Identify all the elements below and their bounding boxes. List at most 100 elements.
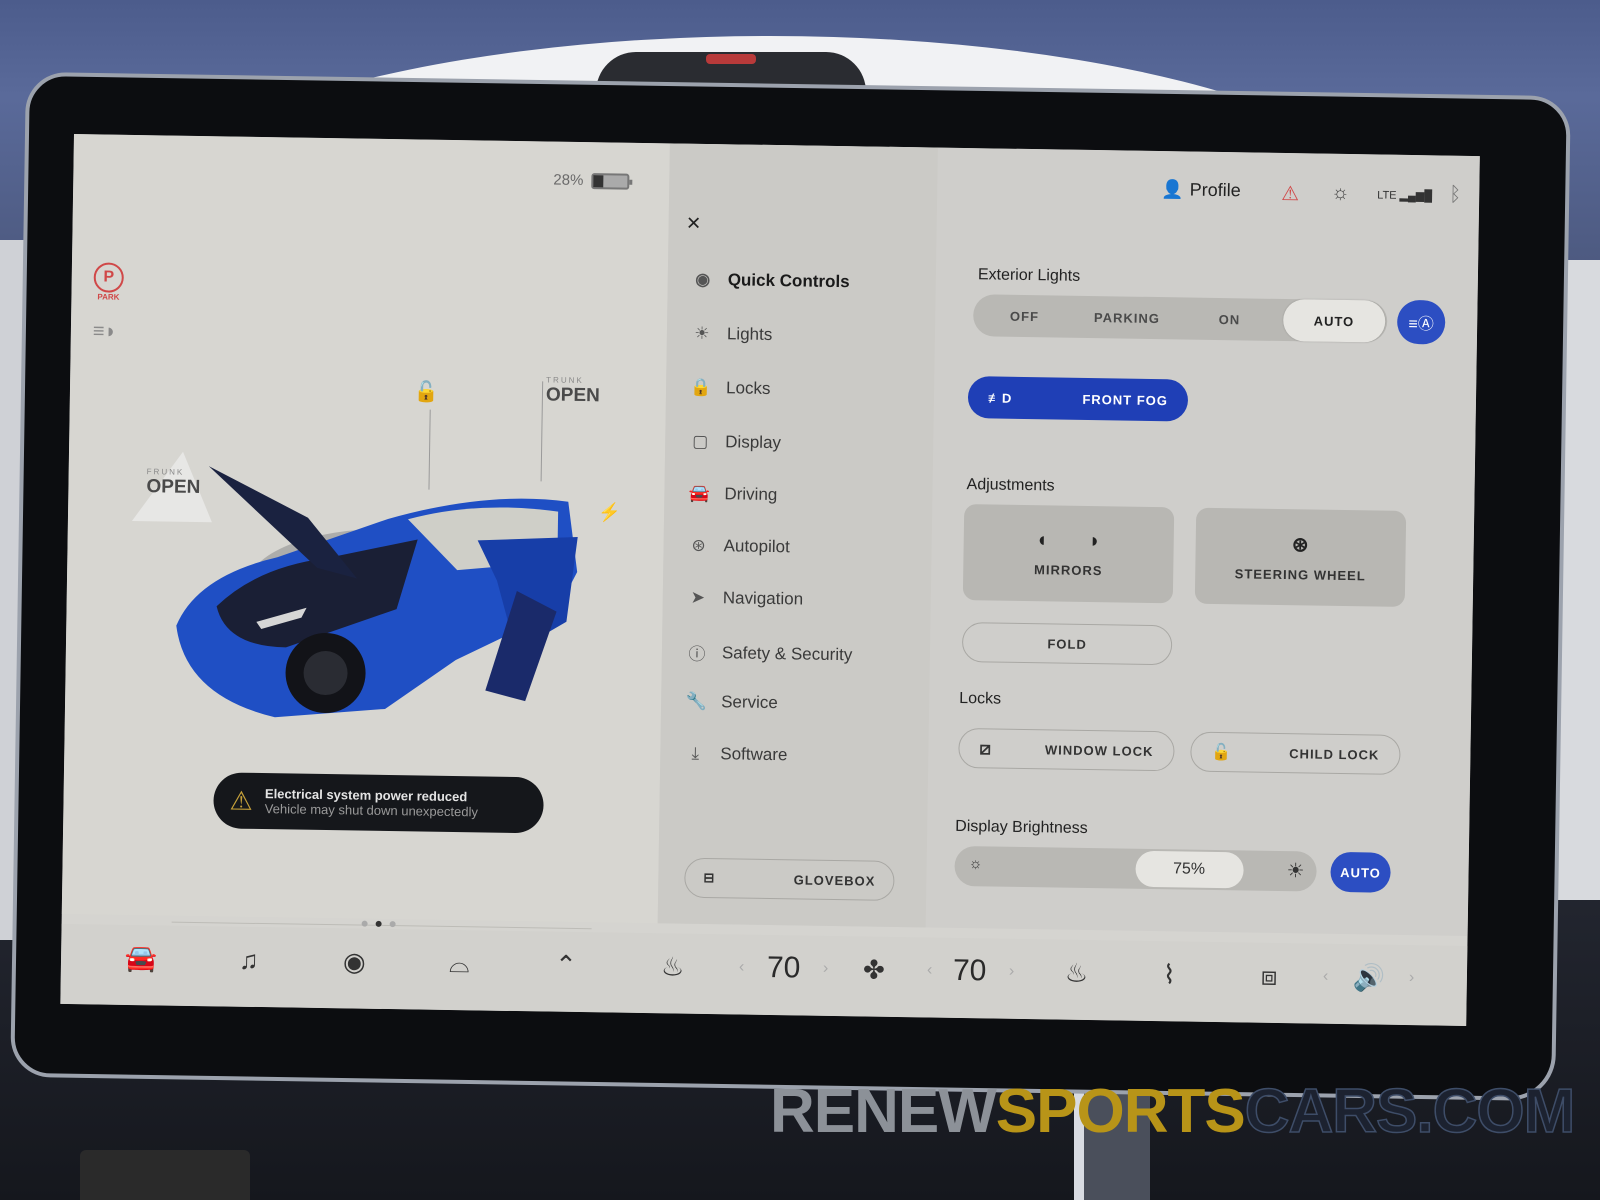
driver-temperature[interactable]: 70 <box>767 951 801 986</box>
headlight-indicator-icon: ≡◗ <box>92 320 117 343</box>
menu-item-label: Display <box>725 432 782 453</box>
power-warning-alert[interactable]: ⚠ Electrical system power reduced Vehicl… <box>213 772 544 834</box>
fan-icon[interactable]: ✤ <box>863 954 885 985</box>
auto-high-beam-icon: ≡Ⓐ <box>1408 315 1434 334</box>
display-icon: ▢ <box>692 431 709 451</box>
child-lock-icon: 🔓 <box>1211 743 1233 762</box>
menu-item-driving[interactable]: 🚘 Driving <box>688 483 778 505</box>
child-lock-button[interactable]: 🔓 CHILD LOCK <box>1190 731 1401 775</box>
steering-wheel-button[interactable]: ⊛ STEERING WHEEL <box>1194 507 1407 607</box>
battery-fill <box>593 174 603 187</box>
camera-app-icon[interactable]: ◉ <box>343 946 366 977</box>
watermark-part-1: RENEW <box>770 1077 997 1146</box>
passenger-temp-down-chevron[interactable]: ‹ <box>927 962 933 980</box>
bulb-icon: ☀ <box>694 323 710 344</box>
page-dot[interactable] <box>389 921 396 928</box>
battery-indicator: 28% <box>553 171 630 190</box>
park-brake-icon: P <box>93 262 124 293</box>
menu-item-lights[interactable]: ☀ Lights <box>691 323 773 345</box>
glovebox-button[interactable]: ⊟ GLOVEBOX <box>684 857 895 901</box>
display-brightness-title: Display Brightness <box>955 817 1088 838</box>
network-label: LTE <box>1377 189 1397 202</box>
fog-light-icon: ≢D <box>987 389 1013 406</box>
window-lock-button[interactable]: ⧄ WINDOW LOCK <box>958 727 1175 772</box>
front-defrost-icon[interactable]: ⌇ <box>1163 959 1176 990</box>
page-dot[interactable] <box>361 920 368 927</box>
menu-item-software[interactable]: ⤓ Software <box>684 744 787 766</box>
lights-option-off[interactable]: OFF <box>973 294 1076 338</box>
alert-text: Electrical system power reduced Vehicle … <box>265 786 479 819</box>
menu-item-autopilot[interactable]: ⊛ Autopilot <box>687 536 790 558</box>
fold-mirrors-button[interactable]: FOLD <box>961 622 1173 666</box>
passenger-seat-heat-icon[interactable]: ♨ <box>1065 958 1089 989</box>
right-mirror-icon: ◗ <box>1088 529 1102 553</box>
alert-message: Vehicle may shut down unexpectedly <box>264 801 479 820</box>
mirror-icons: ◖ ◗ <box>1035 529 1102 553</box>
battery-icon <box>591 172 630 190</box>
brightness-auto-label: AUTO <box>1340 864 1381 881</box>
adjustments-title: Adjustments <box>966 476 1055 495</box>
watermark-part-3: CARS.COM <box>1244 1076 1576 1147</box>
menu-item-service[interactable]: 🔧 Service <box>685 692 778 713</box>
volume-icon[interactable]: 🔊 <box>1353 962 1386 994</box>
menu-item-label: Driving <box>724 484 778 505</box>
window-lock-icon: ⧄ <box>979 737 993 758</box>
trunk-callout[interactable]: TRUNK OPEN <box>546 375 600 407</box>
volume-down-chevron[interactable]: ‹ <box>1323 968 1329 986</box>
close-icon[interactable]: × <box>686 210 700 238</box>
park-indicator: P PARK <box>91 262 126 302</box>
rear-defrost-icon[interactable]: ⧈ <box>1261 961 1278 993</box>
driver-temp-up-chevron[interactable]: › <box>823 960 829 978</box>
menu-item-display[interactable]: ▢ Display <box>689 432 781 453</box>
page-dot[interactable] <box>375 920 382 927</box>
pedal <box>80 1150 250 1200</box>
auto-high-beam-button[interactable]: ≡Ⓐ <box>1396 299 1446 345</box>
brightness-slider-thumb[interactable]: 75% <box>1134 850 1244 889</box>
car-icon: 🚘 <box>688 483 711 504</box>
menu-item-locks[interactable]: 🔒 Locks <box>690 378 770 399</box>
music-note-icon[interactable]: ♫ <box>239 945 259 976</box>
brightness-slider[interactable]: ☼ 75% ☀ <box>954 845 1317 892</box>
volume-up-chevron[interactable]: › <box>1409 969 1415 987</box>
touchscreen: 28% P PARK ≡◗ 🔓 TRUNK OPEN FRUNK OPEN ⚡ <box>60 134 1480 1026</box>
car-lock-toggle-icon[interactable]: 🔓 <box>414 379 439 404</box>
driver-temp-down-chevron[interactable]: ‹ <box>739 959 745 977</box>
battery-percent: 28% <box>553 171 584 190</box>
alert-triangle-icon[interactable]: ⚠ <box>1281 181 1299 206</box>
passenger-temperature[interactable]: 70 <box>953 954 987 989</box>
lights-option-parking[interactable]: PARKING <box>1075 296 1178 340</box>
vehicle-3d-model <box>155 455 609 732</box>
menu-item-navigation[interactable]: ➤ Navigation <box>687 588 804 610</box>
lights-option-auto[interactable]: AUTO <box>1282 299 1386 343</box>
menu-item-quick-controls[interactable]: ◉ Quick Controls <box>692 270 850 292</box>
car-icon[interactable]: 🚘 <box>125 943 158 975</box>
fold-label: FOLD <box>1047 635 1087 652</box>
glovebox-icon: ⊟ <box>703 869 716 886</box>
warning-triangle-icon: ⚠ <box>229 785 254 816</box>
left-mirror-icon: ◖ <box>1035 529 1049 552</box>
steering-wheel-label: STEERING WHEEL <box>1234 566 1366 584</box>
menu-item-label: Software <box>720 744 788 765</box>
apps-launcher-icon[interactable]: ⌃ <box>555 950 577 981</box>
brightness-value: 75% <box>1172 860 1206 878</box>
passenger-temp-up-chevron[interactable]: › <box>1009 963 1015 981</box>
mirrors-label: MIRRORS <box>1033 562 1103 579</box>
person-icon: 👤 <box>1161 179 1184 200</box>
front-fog-button[interactable]: ≢D FRONT FOG <box>967 376 1189 422</box>
page-indicator[interactable] <box>361 920 396 928</box>
menu-item-label: Lights <box>726 324 773 344</box>
brightness-auto-button[interactable]: AUTO <box>1330 851 1391 893</box>
profile-button[interactable]: 👤 Profile <box>1161 179 1241 201</box>
bluetooth-icon[interactable]: ᛒ <box>1449 184 1461 207</box>
driver-seat-heat-icon[interactable]: ♨ <box>661 951 685 982</box>
lights-option-on[interactable]: ON <box>1178 297 1281 341</box>
vehicle-view-pane: 28% P PARK ≡◗ 🔓 TRUNK OPEN FRUNK OPEN ⚡ <box>61 134 674 930</box>
controls-pane: 🔓 2:52 PM 72° F 👤 Profile ⚠ ☼ LTE ▂▄▆█ ᛒ… <box>657 143 1480 936</box>
toggle-icon: ◉ <box>695 269 711 290</box>
shield-info-icon: ⓘ <box>688 644 706 664</box>
child-lock-label: CHILD LOCK <box>1289 745 1380 763</box>
menu-item-safety-security[interactable]: ⓘ Safety & Security <box>686 640 853 668</box>
sentry-sun-icon[interactable]: ☼ <box>1331 182 1350 205</box>
wiper-icon[interactable]: ⌓ <box>449 948 470 980</box>
mirrors-button[interactable]: ◖ ◗ MIRRORS <box>962 504 1175 604</box>
